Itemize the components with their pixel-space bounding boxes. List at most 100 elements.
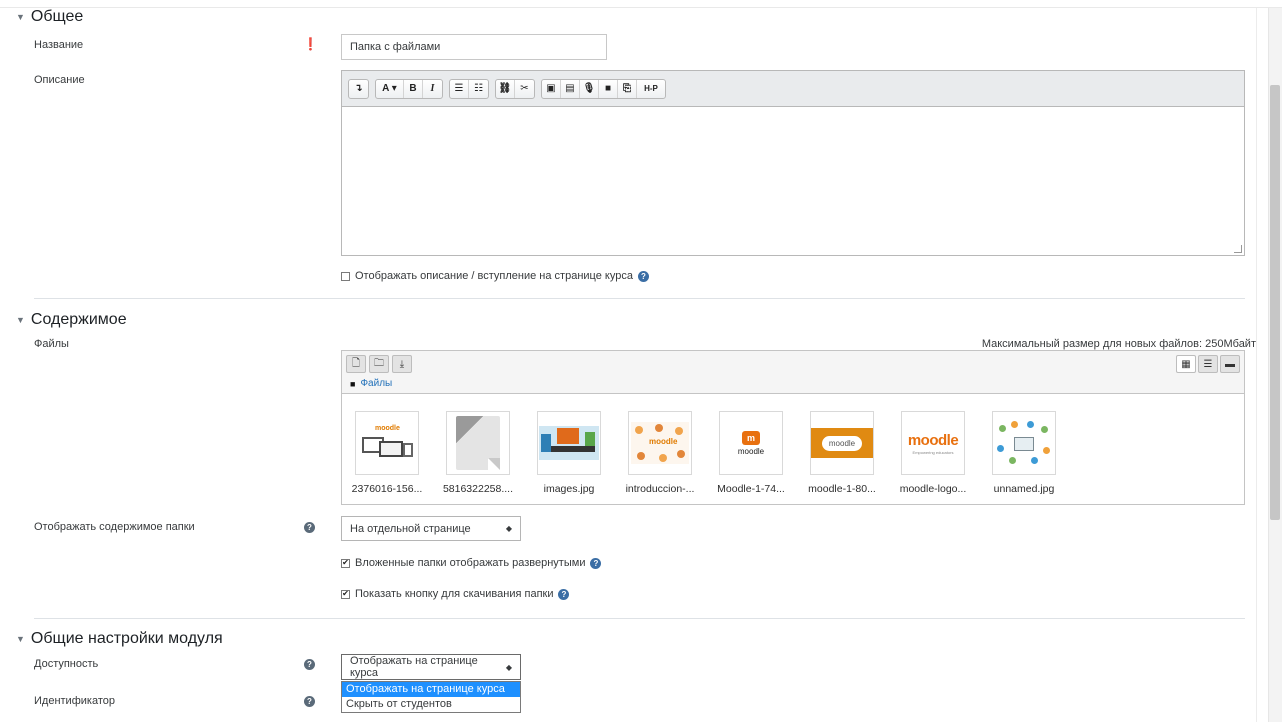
name-input[interactable]: Папка с файлами	[341, 34, 607, 60]
scrollbar-thumb[interactable]	[1270, 85, 1280, 520]
file-thumbnail	[992, 411, 1056, 475]
toolbar-group-media: ▣ ▤ 🎙 ■ ⎘ H-P	[541, 78, 666, 99]
media-button[interactable]: ▤	[561, 79, 580, 98]
italic-button[interactable]: I	[423, 80, 442, 98]
file-name: Moodle-1-74...	[717, 483, 785, 495]
section-divider	[34, 298, 1245, 299]
collapse-triangle-icon: ▼	[16, 12, 25, 22]
file-thumbnail	[537, 411, 601, 475]
file-manager-toolbar: 🗋 🗀 ⤓ ▦ ☰ ▬ ■ Файлы	[342, 351, 1244, 394]
download-button-row: ✔ Показать кнопку для скачивания папки ?	[341, 588, 570, 600]
file-thumbnail: moodle	[355, 411, 419, 475]
editor-toolbar: ↴ A ▾ B I ☰ ☷ ⛓ ✂ ▣ ▤ 🎙 ■ ⎘ H-P	[342, 71, 1244, 107]
file-item[interactable]: moodle moodle-1-80...	[802, 411, 882, 495]
toolbar-group-collapse: ↴	[348, 78, 369, 99]
file-manager: 🗋 🗀 ⤓ ▦ ☰ ▬ ■ Файлы moodle 2376016-156..…	[341, 350, 1245, 505]
availability-select[interactable]: Отображать на странице курса ◆	[341, 654, 521, 680]
file-name: moodle-logo...	[899, 483, 967, 495]
max-size-text: Максимальный размер для новых файлов: 25…	[981, 338, 1256, 350]
file-item[interactable]: m moodle Moodle-1-74...	[711, 411, 791, 495]
file-name: 2376016-156...	[351, 483, 423, 495]
file-thumbnail: moodle Empowering educators	[901, 411, 965, 475]
show-description-label: Отображать описание / вступление на стра…	[355, 270, 633, 282]
create-folder-icon[interactable]: 🗀	[369, 355, 389, 373]
file-item[interactable]: moodle Empowering educators moodle-logo.…	[893, 411, 973, 495]
show-description-checkbox[interactable]	[341, 271, 350, 281]
ordered-list-button[interactable]: ☷	[469, 80, 488, 98]
idnumber-label: Идентификатор	[34, 695, 115, 707]
file-name: unnamed.jpg	[993, 483, 1055, 495]
add-file-icon[interactable]: 🗋	[346, 355, 366, 373]
help-icon[interactable]: ?	[304, 522, 315, 533]
file-item[interactable]: unnamed.jpg	[984, 411, 1064, 495]
file-item[interactable]: 5816322258....	[438, 411, 518, 495]
availability-label: Доступность	[34, 658, 99, 670]
file-thumbnail: m moodle	[719, 411, 783, 475]
record-video-button[interactable]: ■	[599, 79, 618, 98]
download-icon[interactable]: ⤓	[392, 355, 412, 373]
show-download-checkbox[interactable]: ✔	[341, 589, 350, 599]
toolbar-group-links: ⛓ ✂	[495, 78, 535, 99]
collapse-triangle-icon: ▼	[16, 634, 25, 644]
file-item[interactable]: images.jpg	[529, 411, 609, 495]
section-content-title: Содержимое	[30, 311, 127, 328]
h5p-button[interactable]: H-P	[637, 80, 665, 98]
description-label: Описание	[34, 74, 85, 86]
required-icon: ❗	[303, 37, 318, 51]
files-label: Файлы	[34, 338, 69, 350]
name-label: Название	[34, 39, 84, 51]
toolbar-group-style: A ▾ B I	[375, 78, 443, 99]
show-description-checkbox-row: Отображать описание / вступление на стра…	[341, 270, 649, 282]
unlink-button[interactable]: ✂	[515, 80, 534, 98]
view-tree-icon[interactable]: ▬	[1220, 355, 1240, 373]
bold-button[interactable]: B	[404, 79, 423, 98]
display-content-select[interactable]: На отдельной странице ◆	[341, 516, 521, 541]
resize-handle[interactable]	[1234, 245, 1242, 253]
collapse-toolbar-button[interactable]: ↴	[349, 80, 368, 98]
unordered-list-button[interactable]: ☰	[450, 79, 469, 98]
help-icon[interactable]: ?	[304, 659, 315, 670]
expand-subfolders-row: ✔ Вложенные папки отображать развернутым…	[341, 557, 602, 569]
record-audio-button[interactable]: 🎙	[580, 79, 599, 98]
section-general-header[interactable]: ▼ Общее	[16, 8, 83, 26]
file-name: 5816322258....	[442, 483, 514, 495]
availability-option-hide[interactable]: Скрыть от студентов	[342, 697, 520, 712]
help-icon[interactable]: ?	[637, 270, 649, 282]
file-thumbnail: moodle	[810, 411, 874, 475]
expand-subfolders-checkbox[interactable]: ✔	[341, 558, 350, 568]
section-module-header[interactable]: ▼ Общие настройки модуля	[16, 630, 223, 648]
expand-subfolders-label: Вложенные папки отображать развернутыми	[355, 557, 586, 569]
file-name: moodle-1-80...	[808, 483, 876, 495]
section-content-header[interactable]: ▼ Содержимое	[16, 311, 127, 329]
file-item[interactable]: moodle 2376016-156...	[347, 411, 427, 495]
image-button[interactable]: ▣	[542, 79, 561, 98]
manage-files-button[interactable]: ⎘	[618, 79, 637, 98]
collapse-triangle-icon: ▼	[16, 315, 25, 325]
view-list-icon[interactable]: ☰	[1198, 355, 1218, 373]
help-icon[interactable]: ?	[590, 557, 602, 569]
show-download-label: Показать кнопку для скачивания папки	[355, 588, 554, 600]
breadcrumb-files[interactable]: Файлы	[360, 378, 392, 389]
file-item[interactable]: moodle introduccion-...	[620, 411, 700, 495]
section-module-title: Общие настройки модуля	[30, 630, 223, 647]
link-button[interactable]: ⛓	[496, 79, 515, 98]
availability-value: Отображать на странице курса	[350, 655, 478, 679]
view-icons-icon[interactable]: ▦	[1176, 355, 1196, 373]
file-thumbnail: moodle	[628, 411, 692, 475]
help-icon[interactable]: ?	[558, 588, 570, 600]
section-divider	[34, 618, 1245, 619]
top-border	[0, 0, 1282, 8]
file-name: images.jpg	[543, 483, 595, 495]
display-content-label: Отображать содержимое папки	[34, 521, 195, 533]
availability-option-show[interactable]: Отображать на странице курса	[342, 682, 520, 697]
select-arrows-icon: ◆	[505, 524, 512, 533]
select-arrows-icon: ◆	[505, 662, 512, 672]
description-editor: ↴ A ▾ B I ☰ ☷ ⛓ ✂ ▣ ▤ 🎙 ■ ⎘ H-P	[341, 70, 1245, 256]
right-rule	[1256, 8, 1257, 722]
file-name: introduccion-...	[625, 483, 695, 495]
toolbar-group-lists: ☰ ☷	[449, 78, 489, 99]
font-style-button[interactable]: A ▾	[376, 79, 404, 98]
help-icon[interactable]: ?	[304, 696, 315, 707]
availability-dropdown: Отображать на странице курса Скрыть от с…	[341, 681, 521, 713]
section-general-title: Общее	[30, 8, 84, 25]
